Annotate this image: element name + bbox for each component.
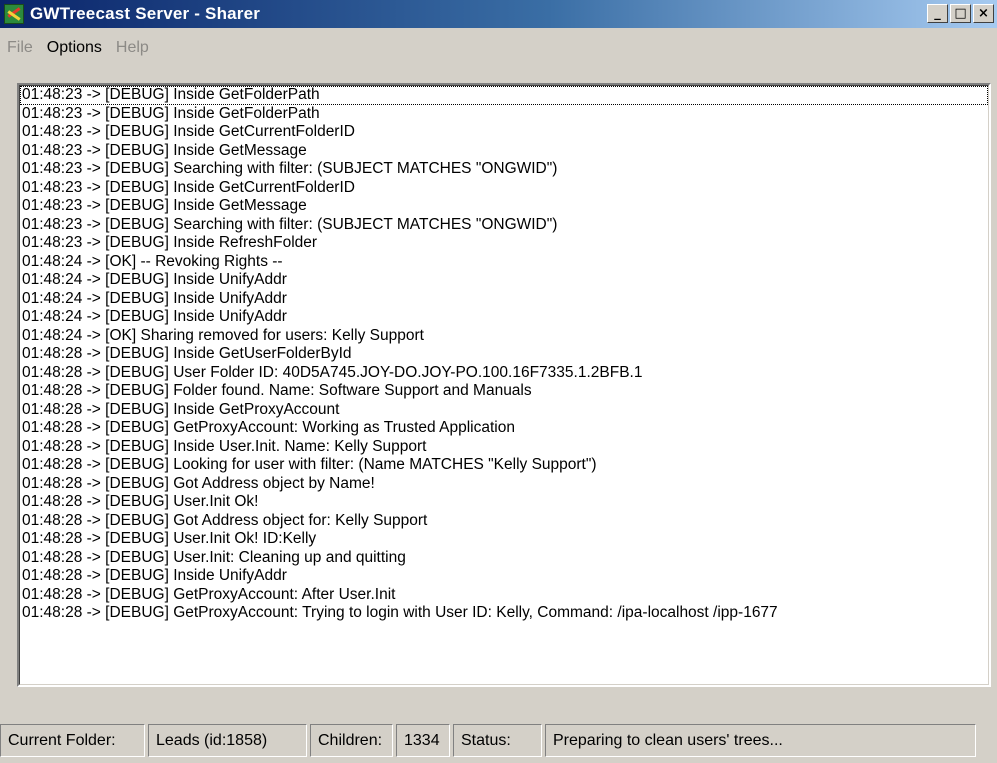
log-line[interactable]: 01:48:28 -> [DEBUG] User.Init Ok! ID:Kel…: [20, 530, 988, 549]
log-line[interactable]: 01:48:28 -> [DEBUG] Inside GetUserFolder…: [20, 345, 988, 364]
log-line[interactable]: 01:48:28 -> [DEBUG] Got Address object b…: [20, 475, 988, 494]
minimize-button[interactable]: _: [927, 4, 948, 23]
status-value: Preparing to clean users' trees...: [545, 724, 976, 757]
children-value: 1334: [396, 724, 450, 757]
current-folder-label: Current Folder:: [0, 724, 145, 757]
menu-bar: File Options Help: [0, 36, 997, 60]
log-line[interactable]: 01:48:23 -> [DEBUG] Inside RefreshFolder: [20, 234, 988, 253]
log-line[interactable]: 01:48:28 -> [DEBUG] Inside User.Init. Na…: [20, 438, 988, 457]
log-line[interactable]: 01:48:28 -> [DEBUG] User.Init: Cleaning …: [20, 549, 988, 568]
log-line[interactable]: 01:48:23 -> [DEBUG] Inside GetCurrentFol…: [20, 179, 988, 198]
log-line[interactable]: 01:48:28 -> [DEBUG] Folder found. Name: …: [20, 382, 988, 401]
log-line[interactable]: 01:48:24 -> [DEBUG] Inside UnifyAddr: [20, 271, 988, 290]
log-line[interactable]: 01:48:28 -> [DEBUG] User Folder ID: 40D5…: [20, 364, 988, 383]
log-line[interactable]: 01:48:23 -> [DEBUG] Searching with filte…: [20, 160, 988, 179]
log-line[interactable]: 01:48:23 -> [DEBUG] Inside GetMessage: [20, 197, 988, 216]
log-line[interactable]: 01:48:28 -> [DEBUG] Looking for user wit…: [20, 456, 988, 475]
title-bar[interactable]: GWTreecast Server - Sharer _ □ ×: [0, 0, 997, 28]
current-folder-value: Leads (id:1858): [148, 724, 307, 757]
log-line[interactable]: 01:48:24 -> [OK] Sharing removed for use…: [20, 327, 988, 346]
log-line[interactable]: 01:48:23 -> [DEBUG] Inside GetCurrentFol…: [20, 123, 988, 142]
log-line[interactable]: 01:48:28 -> [DEBUG] GetProxyAccount: Wor…: [20, 419, 988, 438]
log-line[interactable]: 01:48:28 -> [DEBUG] User.Init Ok!: [20, 493, 988, 512]
maximize-button[interactable]: □: [950, 4, 971, 23]
log-line[interactable]: 01:48:23 -> [DEBUG] Inside GetFolderPath: [20, 86, 988, 105]
close-button[interactable]: ×: [973, 4, 994, 23]
log-list: 01:48:23 -> [DEBUG] Inside GetFolderPath…: [19, 85, 989, 685]
log-line[interactable]: 01:48:24 -> [DEBUG] Inside UnifyAddr: [20, 308, 988, 327]
log-line[interactable]: 01:48:28 -> [DEBUG] Inside UnifyAddr: [20, 567, 988, 586]
treecast-app-icon[interactable]: [4, 4, 24, 24]
log-line[interactable]: 01:48:23 -> [DEBUG] Searching with filte…: [20, 216, 988, 235]
children-label: Children:: [310, 724, 393, 757]
log-line[interactable]: 01:48:23 -> [DEBUG] Inside GetFolderPath: [20, 105, 988, 124]
log-line[interactable]: 01:48:23 -> [DEBUG] Inside GetMessage: [20, 142, 988, 161]
status-bar: Current Folder: Leads (id:1858) Children…: [0, 718, 997, 763]
log-line[interactable]: 01:48:28 -> [DEBUG] GetProxyAccount: Try…: [20, 604, 988, 623]
menu-options[interactable]: Options: [40, 39, 109, 57]
menu-help[interactable]: Help: [109, 39, 156, 57]
log-line[interactable]: 01:48:24 -> [OK] -- Revoking Rights --: [20, 253, 988, 272]
log-line[interactable]: 01:48:24 -> [DEBUG] Inside UnifyAddr: [20, 290, 988, 309]
window-title: GWTreecast Server - Sharer: [30, 4, 261, 23]
log-line[interactable]: 01:48:28 -> [DEBUG] Got Address object f…: [20, 512, 988, 531]
log-line[interactable]: 01:48:28 -> [DEBUG] Inside GetProxyAccou…: [20, 401, 988, 420]
status-label: Status:: [453, 724, 542, 757]
log-listbox[interactable]: 01:48:23 -> [DEBUG] Inside GetFolderPath…: [17, 83, 991, 687]
log-line[interactable]: 01:48:28 -> [DEBUG] GetProxyAccount: Aft…: [20, 586, 988, 605]
window-controls: _ □ ×: [927, 4, 994, 23]
menu-file[interactable]: File: [0, 39, 40, 57]
